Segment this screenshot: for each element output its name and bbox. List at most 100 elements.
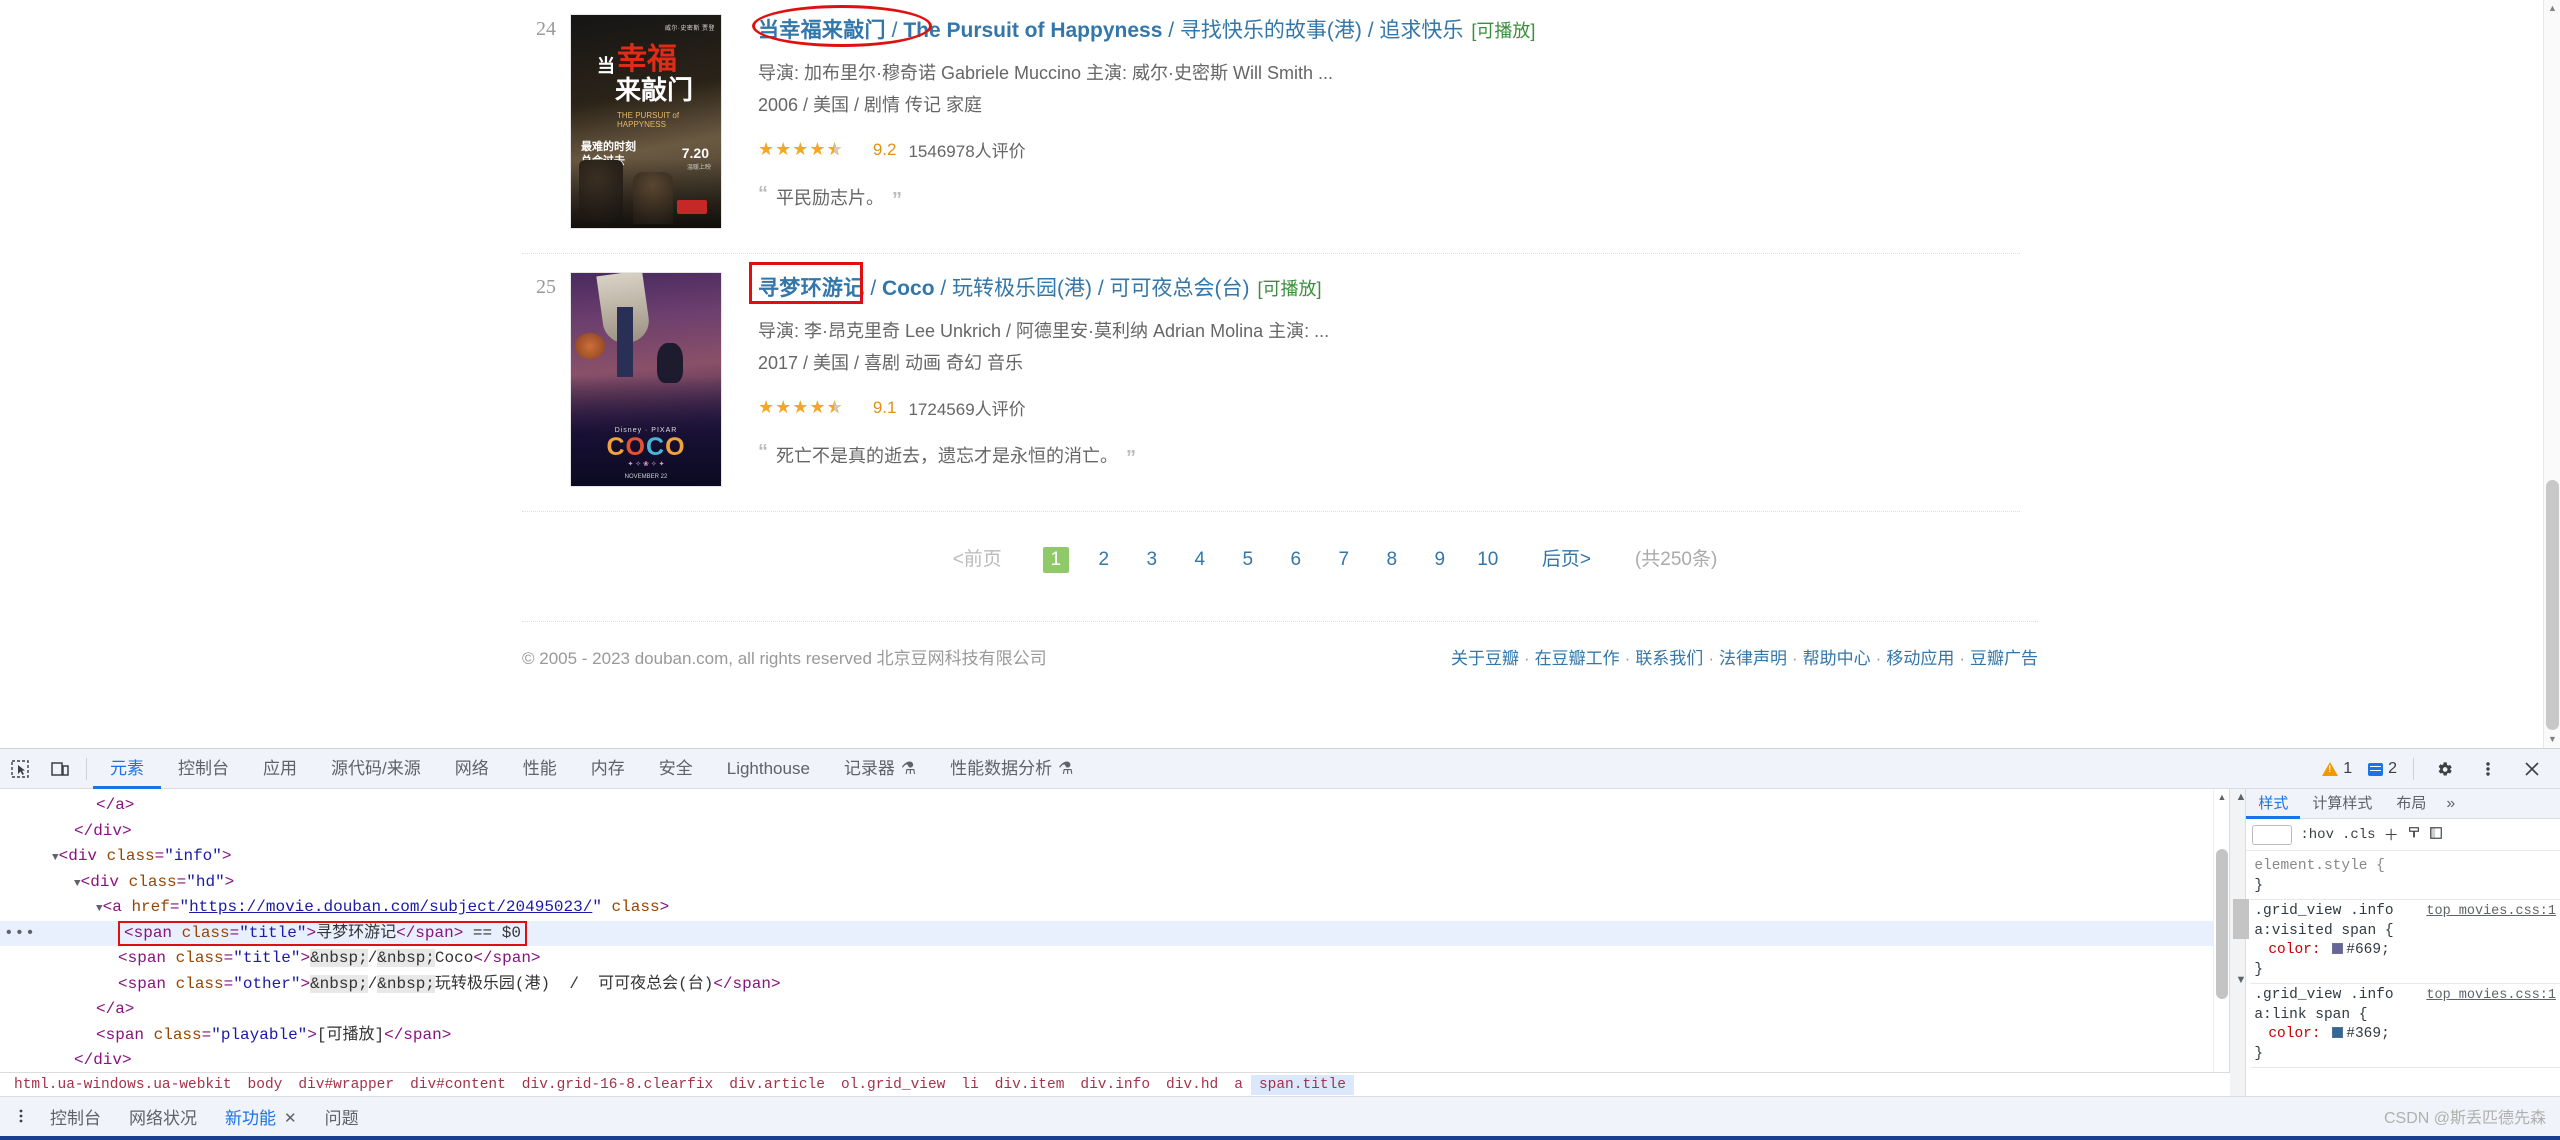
tab-sources[interactable]: 源代码/来源	[314, 749, 438, 789]
paginator-page-10[interactable]: 10	[1471, 549, 1505, 571]
dom-tree[interactable]: </a> </div> ▼<div class="info"> ▼<div class…	[0, 789, 2229, 1096]
tab-application[interactable]: 应用	[246, 749, 314, 789]
warning-badge[interactable]: 1	[2316, 760, 2358, 778]
tab-lighthouse[interactable]: Lighthouse	[710, 749, 827, 789]
tab-performance-insights[interactable]: 性能数据分析 ⚗	[933, 749, 1090, 789]
paginator-page-5[interactable]: 5	[1231, 549, 1265, 571]
movie-title[interactable]: 寻梦环游记	[758, 277, 865, 300]
node-menu-dots[interactable]: •••	[4, 921, 36, 947]
breadcrumb-item[interactable]: a	[1226, 1075, 1251, 1095]
message-badge[interactable]: 2	[2362, 760, 2403, 778]
add-style-rule-icon[interactable]: ＋	[2384, 824, 2399, 845]
rule-selector[interactable]: .grid_view .info a:visited span {	[2254, 902, 2426, 941]
declaration-value[interactable]: #669;	[2346, 942, 2390, 958]
rule-selector[interactable]: element.style {	[2254, 857, 2385, 877]
tab-elements[interactable]: 元素	[93, 749, 161, 789]
breadcrumb-item[interactable]: div.info	[1072, 1075, 1158, 1095]
kebab-menu-icon[interactable]	[6, 1107, 36, 1130]
style-rule[interactable]: .grid_view .info a:link span {top_movies…	[2250, 984, 2560, 1068]
style-rule[interactable]: element.style {}	[2250, 855, 2560, 900]
drawer-tab-network-conditions[interactable]: 网络状况	[115, 1097, 211, 1140]
scroll-down-arrow[interactable]: ▼	[2544, 731, 2560, 748]
paginator-page-1[interactable]: 1	[1042, 547, 1069, 573]
breadcrumb-item[interactable]: div#content	[402, 1075, 514, 1095]
tab-styles[interactable]: 样式	[2246, 789, 2300, 819]
footer-link-mobile[interactable]: 移动应用	[1886, 649, 1954, 668]
dom-node-line[interactable]: ▼<div class="info">	[0, 844, 2229, 870]
paginator-page-9[interactable]: 9	[1423, 549, 1457, 571]
styles-rule-list[interactable]: element.style {} .grid_view .info a:visit…	[2246, 851, 2560, 1068]
color-swatch-icon[interactable]	[2332, 943, 2344, 954]
tab-performance[interactable]: 性能	[506, 749, 574, 789]
footer-link-about[interactable]: 关于豆瓣	[1451, 649, 1519, 668]
tab-layout[interactable]: 布局	[2384, 789, 2438, 819]
tab-security[interactable]: 安全	[642, 749, 710, 789]
dom-scroll-up-arrow[interactable]: ▲	[2214, 789, 2229, 805]
cls-toggle[interactable]: .cls	[2342, 827, 2376, 843]
breadcrumb-item[interactable]: div.grid-16-8.clearfix	[514, 1075, 721, 1095]
paginator-page-8[interactable]: 8	[1375, 549, 1409, 571]
element-classes-icon[interactable]	[2407, 826, 2421, 844]
breadcrumb-item[interactable]: li	[953, 1075, 986, 1095]
paginator-page-6[interactable]: 6	[1279, 549, 1313, 571]
rule-source-link[interactable]: top_movies.css:1	[2426, 986, 2556, 1025]
style-declaration[interactable]: color: #669;	[2254, 941, 2556, 961]
tab-console[interactable]: 控制台	[161, 749, 246, 789]
dom-node-line[interactable]: <span class="playable">[可播放]</span>	[0, 1023, 2229, 1049]
movie-title-alt[interactable]: The Pursuit of Happyness	[903, 19, 1162, 42]
dom-node-line[interactable]: ••• <span class="title">寻梦环游记</span> == $…	[0, 920, 2229, 947]
dom-node-line[interactable]: ▼<a href="https://movie.douban.com/subje…	[0, 895, 2229, 921]
breadcrumb-item[interactable]: html.ua-windows.ua-webkit	[6, 1075, 240, 1095]
dom-node-line[interactable]: </a>	[0, 997, 2229, 1023]
scroll-up-arrow[interactable]: ▲	[2544, 0, 2560, 17]
paginator-prev[interactable]: <前页	[953, 544, 1002, 571]
tab-network[interactable]: 网络	[438, 749, 506, 789]
dom-node-line[interactable]: <span class="other">&nbsp;/&nbsp;玩转极乐园(港…	[0, 972, 2229, 998]
tab-computed[interactable]: 计算样式	[2300, 789, 2384, 819]
dom-node-line[interactable]: </a>	[0, 793, 2229, 819]
close-icon[interactable]	[2512, 749, 2552, 789]
style-rule[interactable]: .grid_view .info a:visited span {top_mov…	[2250, 900, 2560, 984]
color-swatch-icon[interactable]	[2332, 1027, 2344, 1038]
breadcrumb-item[interactable]: ol.grid_view	[833, 1075, 953, 1095]
footer-link-legal[interactable]: 法律声明	[1719, 649, 1787, 668]
dom-node-line[interactable]: <span class="title">&nbsp;/&nbsp;Coco</s…	[0, 946, 2229, 972]
paginator-next[interactable]: 后页>	[1542, 544, 1591, 571]
dom-node-line[interactable]: </div>	[0, 819, 2229, 845]
movie-title-alt[interactable]: Coco	[882, 277, 935, 300]
footer-link-help[interactable]: 帮助中心	[1803, 649, 1871, 668]
breadcrumb-item[interactable]: div.hd	[1158, 1075, 1226, 1095]
inspect-element-icon[interactable]	[0, 749, 40, 789]
breadcrumb-item[interactable]: div.item	[987, 1075, 1073, 1095]
dom-scroll-thumb[interactable]	[2216, 849, 2228, 999]
dom-node-line[interactable]: </div>	[0, 1048, 2229, 1074]
drawer-tab-issues[interactable]: 问题	[311, 1097, 373, 1140]
paginator-page-4[interactable]: 4	[1183, 549, 1217, 571]
device-toolbar-icon[interactable]	[40, 749, 80, 789]
declaration-value[interactable]: #369;	[2346, 1026, 2390, 1042]
paginator-page-7[interactable]: 7	[1327, 549, 1361, 571]
breadcrumb-item[interactable]: div#wrapper	[290, 1075, 402, 1095]
breadcrumb-item[interactable]: span.title	[1250, 1074, 1354, 1095]
breadcrumb-item[interactable]: body	[240, 1075, 291, 1095]
kebab-menu-icon[interactable]	[2468, 749, 2508, 789]
dom-node-line[interactable]: ▼<div class="hd">	[0, 870, 2229, 896]
style-declaration[interactable]: color: #369;	[2254, 1025, 2556, 1045]
movie-poster-link[interactable]: Disney · PIXAR COCO ✦ ✧ ❀ ✧ ✦ NOVEMBER 2…	[570, 272, 722, 487]
movie-poster-link[interactable]: 威尔·史密斯 贾登 当 幸福 来敲门 THE PURSUIT of HAPPYN…	[570, 14, 722, 229]
more-tabs-icon[interactable]: »	[2438, 795, 2463, 813]
drawer-tab-console[interactable]: 控制台	[36, 1097, 115, 1140]
paginator-page-3[interactable]: 3	[1135, 549, 1169, 571]
footer-link-ads[interactable]: 豆瓣广告	[1970, 649, 2038, 668]
paginator-page-2[interactable]: 2	[1087, 549, 1121, 571]
tab-recorder[interactable]: 记录器 ⚗	[827, 749, 933, 789]
rule-source-link[interactable]: top_movies.css:1	[2426, 902, 2556, 941]
scroll-thumb[interactable]	[2546, 480, 2559, 730]
page-scrollbar[interactable]: ▲ ▼	[2543, 0, 2560, 748]
hov-toggle[interactable]: :hov	[2300, 827, 2334, 843]
footer-link-contact[interactable]: 联系我们	[1635, 649, 1703, 668]
tab-memory[interactable]: 内存	[574, 749, 642, 789]
breadcrumb-item[interactable]: div.article	[721, 1075, 833, 1095]
dom-scrollbar[interactable]: ▲ ▼	[2213, 789, 2229, 1096]
footer-link-jobs[interactable]: 在豆瓣工作	[1535, 649, 1620, 668]
